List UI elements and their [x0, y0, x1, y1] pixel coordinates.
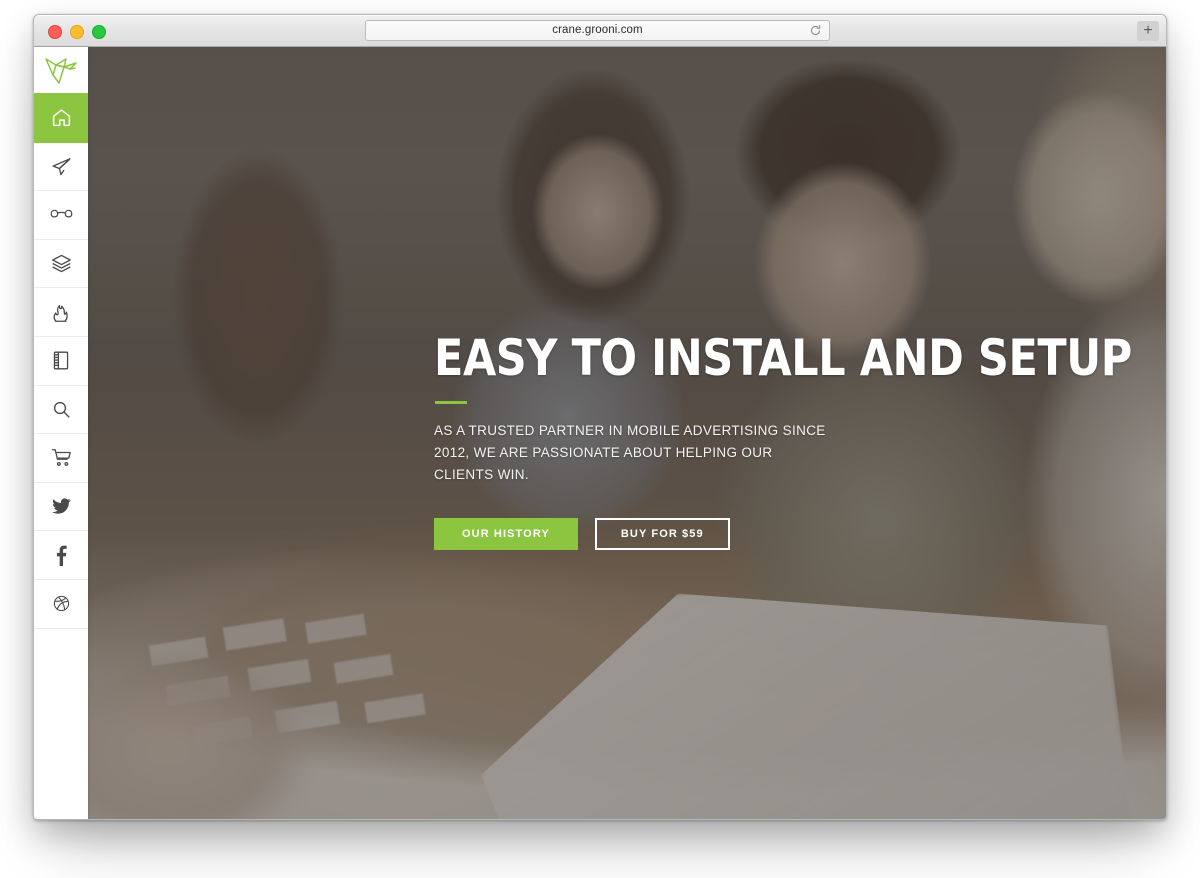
hero-accent-rule	[435, 401, 467, 404]
sidebar-item-layers[interactable]	[34, 238, 88, 288]
twitter-icon	[51, 498, 71, 515]
sidebar-divider	[34, 627, 88, 629]
sidebar-item-dribbble[interactable]	[34, 578, 88, 628]
layers-icon	[51, 253, 72, 274]
sidebar-item-search[interactable]	[34, 384, 88, 434]
sidebar-item-send[interactable]	[34, 141, 88, 191]
new-tab-label: +	[1143, 22, 1153, 39]
hero-subtitle: AS A TRUSTED PARTNER IN MOBILE ADVERTISI…	[434, 423, 826, 482]
facebook-icon	[56, 545, 67, 566]
hero-title: EASY TO INSTALL AND SETUP	[434, 329, 1132, 387]
sidebar-item-read[interactable]	[34, 190, 88, 239]
new-tab-button[interactable]: +	[1137, 21, 1159, 41]
site-logo[interactable]	[34, 47, 88, 93]
paper-plane-icon	[51, 156, 72, 177]
cart-icon	[51, 448, 72, 467]
close-window-button[interactable]	[48, 25, 62, 39]
page-body: EASY TO INSTALL AND SETUP AS A TRUSTED P…	[34, 47, 1166, 819]
glasses-icon	[50, 206, 73, 223]
hero-content: EASY TO INSTALL AND SETUP AS A TRUSTED P…	[434, 329, 1132, 550]
dribbble-icon	[53, 595, 70, 612]
our-history-button[interactable]: OUR HISTORY	[434, 517, 578, 550]
sidebar-item-home[interactable]	[34, 93, 88, 142]
browser-window: crane.grooni.com + EASY TO INSTALL AND S…	[33, 14, 1167, 820]
sidebar-item-cart[interactable]	[34, 433, 88, 482]
hero-section: EASY TO INSTALL AND SETUP AS A TRUSTED P…	[88, 47, 1166, 819]
sidebar-item-twitter[interactable]	[34, 481, 88, 531]
home-icon	[51, 107, 72, 128]
buy-button[interactable]: BUY FOR $59	[594, 517, 730, 550]
address-bar[interactable]: crane.grooni.com	[365, 20, 830, 41]
sidebar-item-facebook[interactable]	[34, 530, 88, 579]
reload-icon[interactable]	[809, 24, 822, 37]
sidebar-item-notebook[interactable]	[34, 335, 88, 385]
browser-titlebar: crane.grooni.com +	[34, 15, 1166, 47]
url-text: crane.grooni.com	[552, 23, 643, 36]
sidebar-nav	[34, 47, 88, 819]
notebook-icon	[52, 350, 70, 371]
flame-icon	[51, 302, 71, 323]
origami-crane-logo-icon	[44, 55, 78, 85]
maximize-window-button[interactable]	[92, 25, 106, 39]
minimize-window-button[interactable]	[70, 25, 84, 39]
sidebar-item-hot[interactable]	[34, 287, 88, 336]
window-controls	[48, 25, 106, 39]
search-icon	[52, 400, 71, 419]
hero-cta-group: OUR HISTORY BUY FOR $59	[434, 517, 1054, 550]
